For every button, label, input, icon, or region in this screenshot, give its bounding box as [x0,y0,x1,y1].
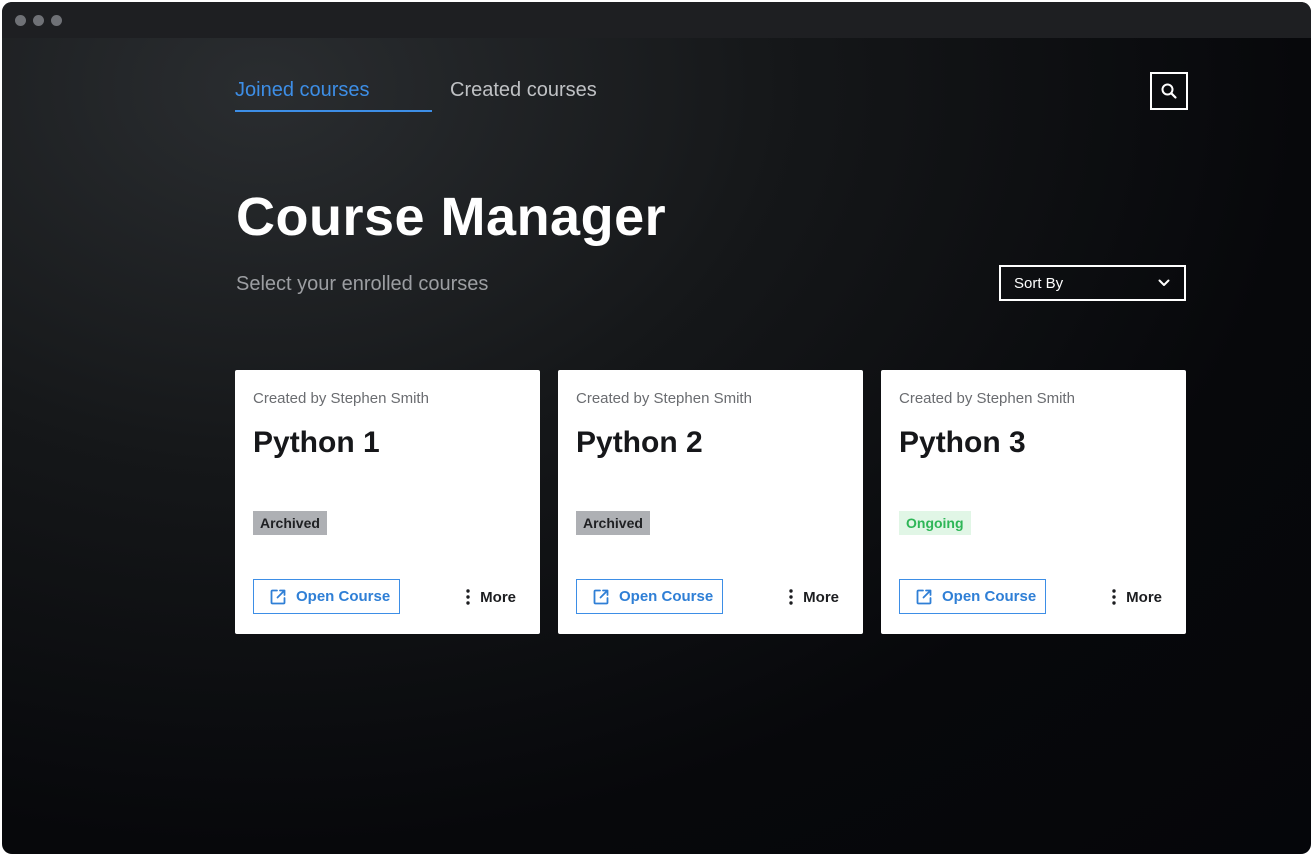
more-button[interactable]: More [466,584,516,610]
course-card: Created by Stephen Smith Python 2 Archiv… [558,370,863,634]
open-course-label: Open Course [942,588,1037,605]
course-title: Python 3 [899,426,1026,459]
search-icon [1161,83,1177,99]
page-subtitle: Select your enrolled courses [236,273,489,295]
sort-by-label: Sort By [1014,274,1064,292]
more-vertical-icon [789,589,793,605]
status-badge: Archived [576,511,650,535]
course-card: Created by Stephen Smith Python 1 Archiv… [235,370,540,634]
external-link-icon [916,589,932,604]
search-button[interactable] [1150,72,1188,110]
window-control-dot[interactable] [15,15,26,26]
tab-joined-courses[interactable]: Joined courses [235,74,432,112]
more-label: More [803,588,839,606]
window-control-dot[interactable] [33,15,44,26]
more-label: More [1126,588,1162,606]
course-creator: Created by Stephen Smith [576,390,752,407]
open-course-button[interactable]: Open Course [899,579,1046,614]
page-title: Course Manager [236,187,667,247]
course-tabs: Joined courses Created courses [235,74,635,114]
course-creator: Created by Stephen Smith [899,390,1075,407]
more-vertical-icon [466,589,470,605]
chevron-down-icon [1158,279,1170,286]
course-title: Python 2 [576,426,703,459]
sort-by-select[interactable]: Sort By [999,265,1186,301]
open-course-label: Open Course [296,588,391,605]
app-window: Joined courses Created courses Course Ma… [2,2,1311,854]
more-vertical-icon [1112,589,1116,605]
course-card-list: Created by Stephen Smith Python 1 Archiv… [235,370,1187,634]
tab-created-courses[interactable]: Created courses [450,74,630,110]
course-card: Created by Stephen Smith Python 3 Ongoin… [881,370,1186,634]
more-button[interactable]: More [1112,584,1162,610]
external-link-icon [593,589,609,604]
more-button[interactable]: More [789,584,839,610]
status-badge: Ongoing [899,511,971,535]
window-control-dot[interactable] [51,15,62,26]
open-course-button[interactable]: Open Course [253,579,400,614]
open-course-button[interactable]: Open Course [576,579,723,614]
more-label: More [480,588,516,606]
course-creator: Created by Stephen Smith [253,390,429,407]
status-badge: Archived [253,511,327,535]
course-title: Python 1 [253,426,380,459]
window-titlebar [2,2,1311,38]
external-link-icon [270,589,286,604]
open-course-label: Open Course [619,588,714,605]
